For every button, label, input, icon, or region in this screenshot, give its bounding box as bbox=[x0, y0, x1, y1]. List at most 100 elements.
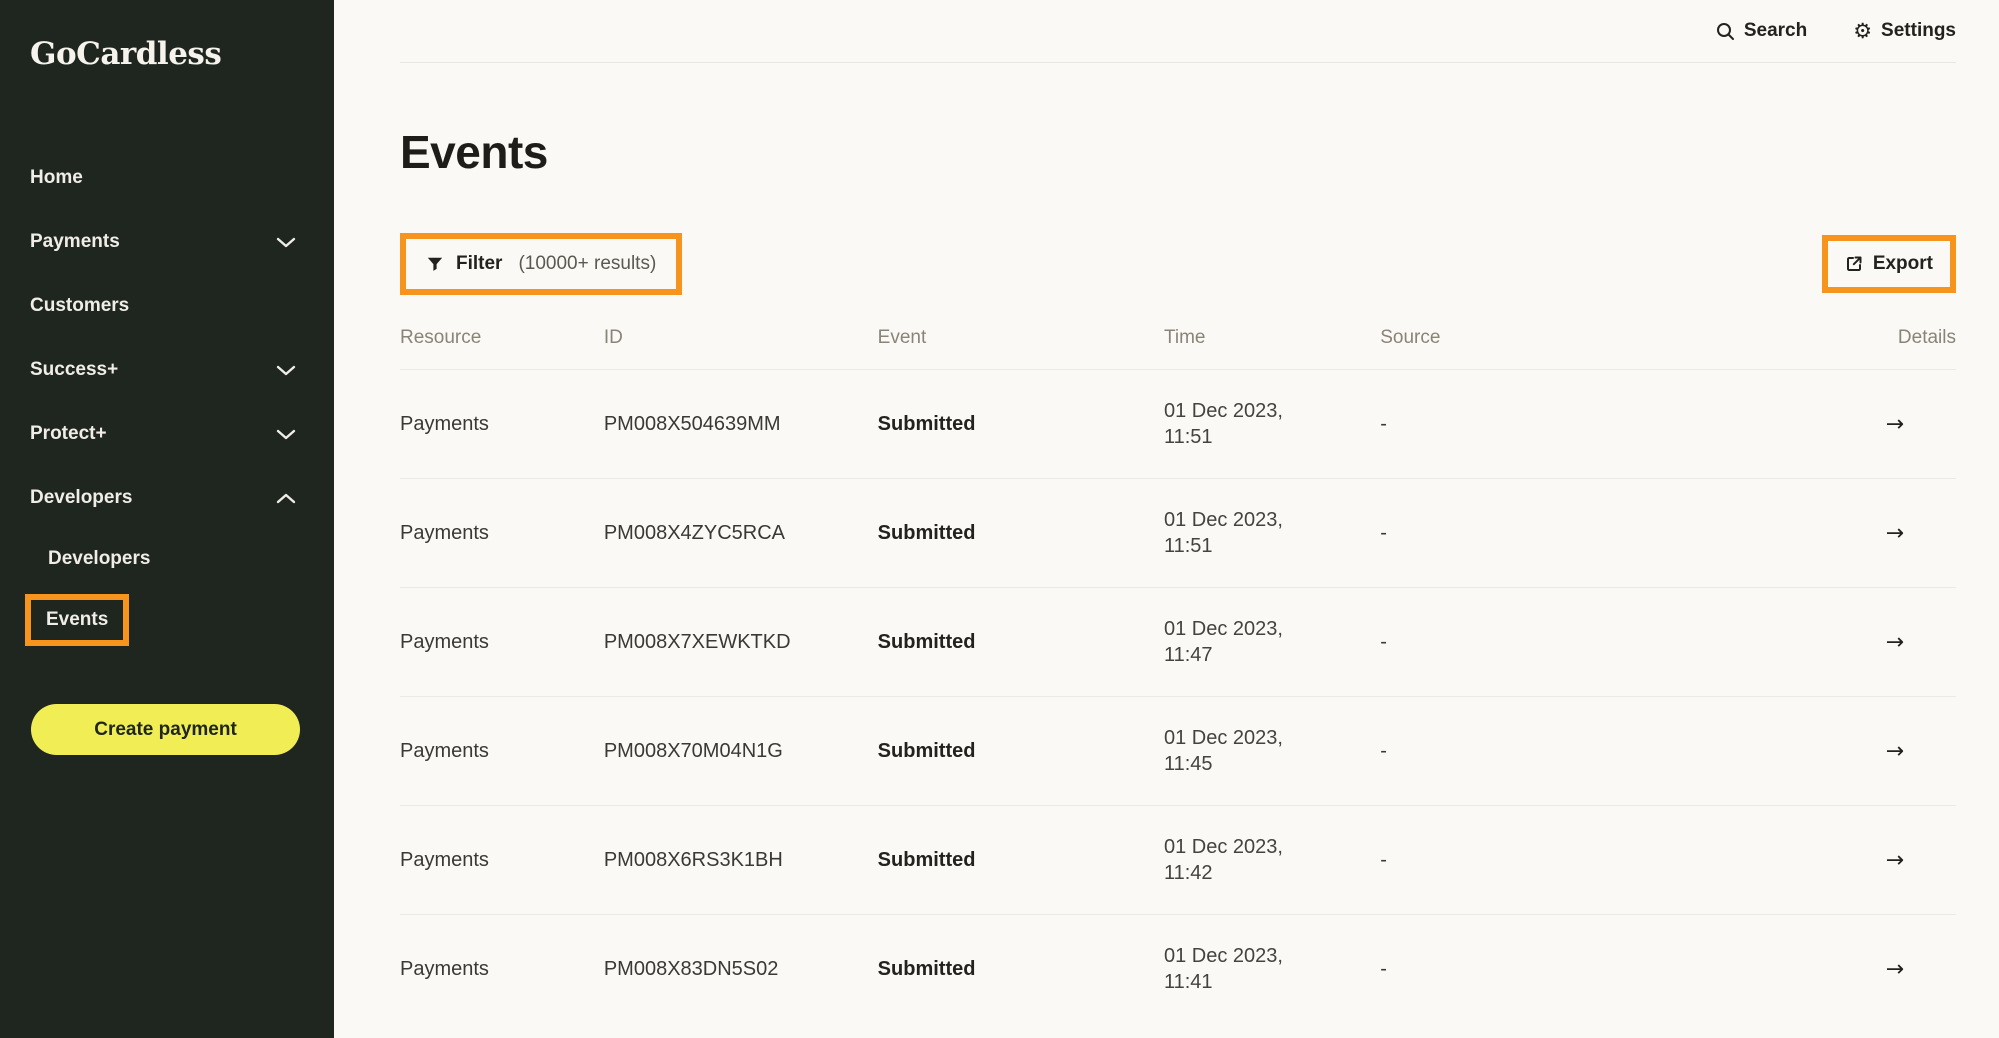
cell-id: PM008X504639MM bbox=[604, 370, 878, 479]
table-row[interactable]: Payments PM008X504639MM Submitted 01 Dec… bbox=[400, 370, 1956, 479]
cell-details: → bbox=[1660, 370, 1956, 479]
chevron-down-icon bbox=[276, 429, 296, 440]
export-button[interactable]: Export bbox=[1828, 241, 1950, 287]
arrow-right-icon[interactable]: → bbox=[1886, 739, 1904, 764]
sidebar-item-label: Developers bbox=[48, 548, 150, 570]
arrow-right-icon[interactable]: → bbox=[1886, 521, 1904, 546]
cell-id: PM008X83DN5S02 bbox=[604, 915, 878, 1024]
gear-icon: ⚙ bbox=[1853, 21, 1872, 42]
cell-details: → bbox=[1660, 697, 1956, 806]
sidebar-item-customers[interactable]: Customers bbox=[0, 274, 334, 338]
sidebar-nav: Home Payments Customers Success+ Protect… bbox=[0, 146, 334, 530]
chevron-down-icon bbox=[276, 237, 296, 248]
cell-time: 01 Dec 2023, 11:47 bbox=[1164, 588, 1380, 697]
toolbar: Filter (10000+ results) Export bbox=[400, 233, 1956, 295]
table-row[interactable]: Payments PM008X4ZYC5RCA Submitted 01 Dec… bbox=[400, 479, 1956, 588]
cell-event: Submitted bbox=[878, 588, 1164, 697]
cell-source: - bbox=[1380, 697, 1660, 806]
cell-id: PM008X4ZYC5RCA bbox=[604, 479, 878, 588]
cell-event: Submitted bbox=[878, 697, 1164, 806]
sidebar-item-label: Protect+ bbox=[30, 423, 107, 445]
table-row[interactable]: Payments PM008X83DN5S02 Submitted 01 Dec… bbox=[400, 915, 1956, 1024]
sidebar-item-label: Events bbox=[46, 609, 108, 631]
cell-event: Submitted bbox=[878, 370, 1164, 479]
search-icon bbox=[1716, 22, 1735, 41]
sidebar-item-label: Developers bbox=[30, 487, 132, 509]
column-header-time: Time bbox=[1164, 295, 1380, 370]
filter-label: Filter bbox=[456, 253, 502, 275]
cell-event: Submitted bbox=[878, 915, 1164, 1024]
cell-id: PM008X7XEWKTKD bbox=[604, 588, 878, 697]
column-header-id: ID bbox=[604, 295, 878, 370]
arrow-right-icon[interactable]: → bbox=[1886, 412, 1904, 437]
sidebar-item-payments[interactable]: Payments bbox=[0, 210, 334, 274]
filter-button[interactable]: Filter (10000+ results) bbox=[406, 239, 676, 289]
cell-details: → bbox=[1660, 806, 1956, 915]
developers-subnav: Developers Events bbox=[0, 530, 334, 646]
cell-resource: Payments bbox=[400, 479, 604, 588]
sidebar-item-events[interactable]: Events bbox=[25, 594, 129, 646]
arrow-right-icon[interactable]: → bbox=[1886, 848, 1904, 873]
chevron-down-icon bbox=[276, 365, 296, 376]
export-label: Export bbox=[1873, 253, 1933, 275]
cell-time: 01 Dec 2023, 11:51 bbox=[1164, 370, 1380, 479]
column-header-resource: Resource bbox=[400, 295, 604, 370]
column-header-details: Details bbox=[1660, 295, 1956, 370]
cell-time: 01 Dec 2023, 11:42 bbox=[1164, 806, 1380, 915]
filter-annotation-box: Filter (10000+ results) bbox=[400, 233, 682, 295]
cell-id: PM008X6RS3K1BH bbox=[604, 806, 878, 915]
cell-time: 01 Dec 2023, 11:51 bbox=[1164, 479, 1380, 588]
sidebar-item-developers-sub[interactable]: Developers bbox=[0, 530, 334, 588]
cell-resource: Payments bbox=[400, 697, 604, 806]
sidebar-item-home[interactable]: Home bbox=[0, 146, 334, 210]
cell-details: → bbox=[1660, 588, 1956, 697]
table-row[interactable]: Payments PM008X6RS3K1BH Submitted 01 Dec… bbox=[400, 806, 1956, 915]
column-header-event: Event bbox=[878, 295, 1164, 370]
cell-time: 01 Dec 2023, 11:45 bbox=[1164, 697, 1380, 806]
chevron-up-icon bbox=[276, 493, 296, 504]
cell-details: → bbox=[1660, 915, 1956, 1024]
events-annotation-box: Events bbox=[0, 588, 334, 646]
main-content: Search ⚙ Settings Events Filter (10000+ … bbox=[334, 0, 1999, 1038]
export-icon bbox=[1845, 255, 1863, 273]
sidebar-item-developers[interactable]: Developers bbox=[0, 466, 334, 530]
cell-resource: Payments bbox=[400, 588, 604, 697]
cell-resource: Payments bbox=[400, 806, 604, 915]
results-count: (10000+ results) bbox=[518, 253, 656, 275]
sidebar-item-success[interactable]: Success+ bbox=[0, 338, 334, 402]
cell-event: Submitted bbox=[878, 806, 1164, 915]
cell-source: - bbox=[1380, 806, 1660, 915]
sidebar-item-label: Success+ bbox=[30, 359, 118, 381]
page-title: Events bbox=[400, 125, 1956, 179]
cell-resource: Payments bbox=[400, 370, 604, 479]
sidebar-item-label: Customers bbox=[30, 295, 129, 317]
cell-source: - bbox=[1380, 588, 1660, 697]
search-label: Search bbox=[1744, 20, 1807, 42]
arrow-right-icon[interactable]: → bbox=[1886, 957, 1904, 982]
cell-source: - bbox=[1380, 915, 1660, 1024]
sidebar: GoCardless Home Payments Customers Succe… bbox=[0, 0, 334, 1038]
table-row[interactable]: Payments PM008X7XEWKTKD Submitted 01 Dec… bbox=[400, 588, 1956, 697]
table-header-row: Resource ID Event Time Source Details bbox=[400, 295, 1956, 370]
cell-source: - bbox=[1380, 479, 1660, 588]
gocardless-logo: GoCardless bbox=[30, 36, 334, 72]
filter-funnel-icon bbox=[426, 255, 444, 273]
settings-button[interactable]: ⚙ Settings bbox=[1853, 20, 1956, 42]
cell-event: Submitted bbox=[878, 479, 1164, 588]
arrow-right-icon[interactable]: → bbox=[1886, 630, 1904, 655]
export-annotation-box: Export bbox=[1822, 235, 1956, 293]
create-payment-button[interactable]: Create payment bbox=[31, 704, 300, 755]
cell-source: - bbox=[1380, 370, 1660, 479]
cell-time: 01 Dec 2023, 11:41 bbox=[1164, 915, 1380, 1024]
sidebar-item-protect[interactable]: Protect+ bbox=[0, 402, 334, 466]
topbar: Search ⚙ Settings bbox=[400, 0, 1956, 63]
sidebar-item-label: Home bbox=[30, 167, 83, 189]
events-table: Resource ID Event Time Source Details Pa… bbox=[400, 295, 1956, 1023]
settings-label: Settings bbox=[1881, 20, 1956, 42]
cell-resource: Payments bbox=[400, 915, 604, 1024]
table-row[interactable]: Payments PM008X70M04N1G Submitted 01 Dec… bbox=[400, 697, 1956, 806]
search-button[interactable]: Search bbox=[1716, 20, 1807, 42]
column-header-source: Source bbox=[1380, 295, 1660, 370]
sidebar-item-label: Payments bbox=[30, 231, 120, 253]
cell-details: → bbox=[1660, 479, 1956, 588]
